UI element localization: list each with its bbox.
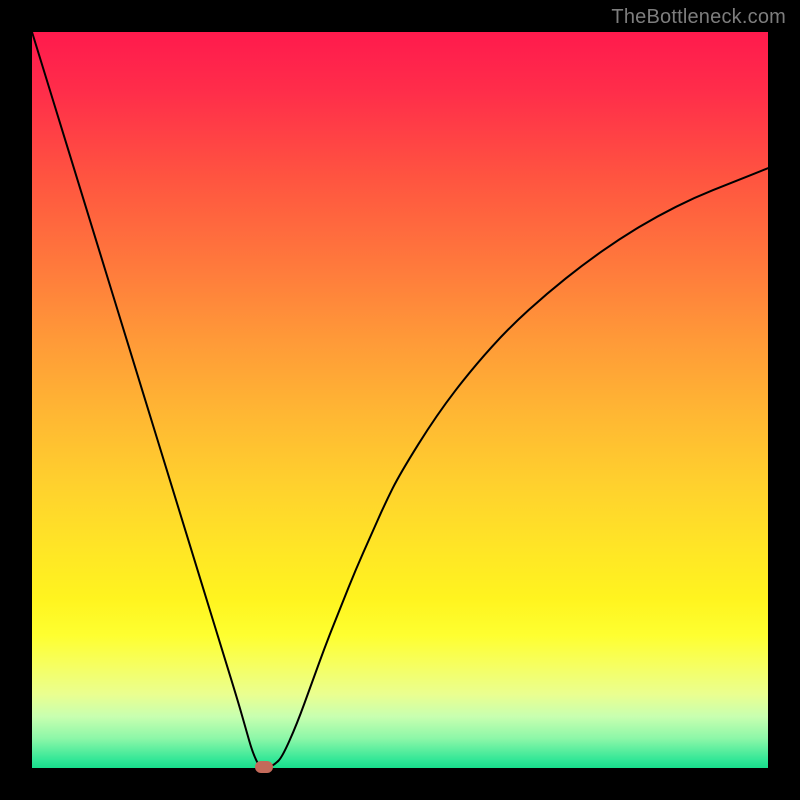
bottleneck-curve [32, 32, 768, 768]
plot-area [32, 32, 768, 768]
watermark-text: TheBottleneck.com [611, 6, 786, 29]
chart-frame: TheBottleneck.com [0, 0, 800, 800]
minimum-marker [255, 761, 273, 773]
